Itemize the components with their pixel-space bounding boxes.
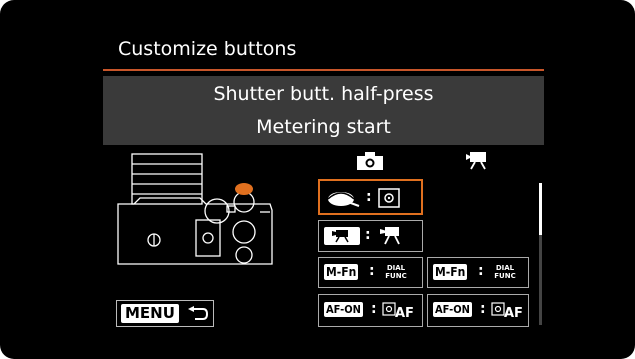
scrollbar-thumb[interactable] [539, 183, 542, 235]
button-shutter-half-press[interactable]: : [318, 179, 423, 215]
row-colon: : [480, 301, 486, 317]
af-on-badge: AF-ON [433, 302, 472, 317]
movie-icon [380, 227, 400, 245]
camera-screen: Customize buttons Shutter butt. half-pre… [0, 0, 635, 359]
row-colon: : [371, 301, 377, 317]
button-movie[interactable]: : [318, 220, 423, 252]
button-m-fn-photo[interactable]: M-Fn : DIAL FUNC [318, 257, 423, 288]
row-colon: : [478, 263, 484, 279]
return-arrow-icon [188, 306, 209, 320]
movie-button-icon [324, 227, 360, 245]
button-af-on-photo[interactable]: AF-ON : AF [318, 294, 423, 327]
selected-function: Metering start [256, 116, 391, 138]
metering-icon [378, 188, 400, 208]
button-m-fn-movie[interactable]: M-Fn : DIAL FUNC [427, 257, 529, 288]
dial-func-value: DIAL FUNC [494, 264, 516, 280]
dial-func-value: DIAL FUNC [385, 264, 407, 280]
selected-button-name: Shutter butt. half-press [213, 83, 434, 105]
af-label: AF [395, 306, 414, 321]
shutter-icon [327, 192, 360, 207]
m-fn-badge: M-Fn [324, 264, 359, 280]
m-fn-badge: M-Fn [433, 264, 468, 280]
page-title: Customize buttons [118, 38, 297, 60]
info-panel: Shutter butt. half-press Metering start [103, 76, 544, 145]
menu-label: MENU [121, 304, 179, 323]
camera-icon [357, 152, 383, 170]
row-colon: : [366, 189, 372, 205]
movie-camera-icon [466, 152, 486, 170]
button-af-on-movie[interactable]: AF-ON : AF [427, 294, 529, 327]
af-on-badge: AF-ON [324, 302, 363, 317]
metering-af-icon [491, 302, 505, 316]
menu-back-button[interactable]: MENU [116, 300, 214, 327]
row-colon: : [369, 263, 375, 279]
af-label: AF [504, 306, 523, 321]
camera-illustration-icon [117, 153, 273, 265]
metering-af-icon [382, 302, 396, 316]
title-divider [103, 69, 544, 71]
row-colon: : [365, 227, 371, 243]
